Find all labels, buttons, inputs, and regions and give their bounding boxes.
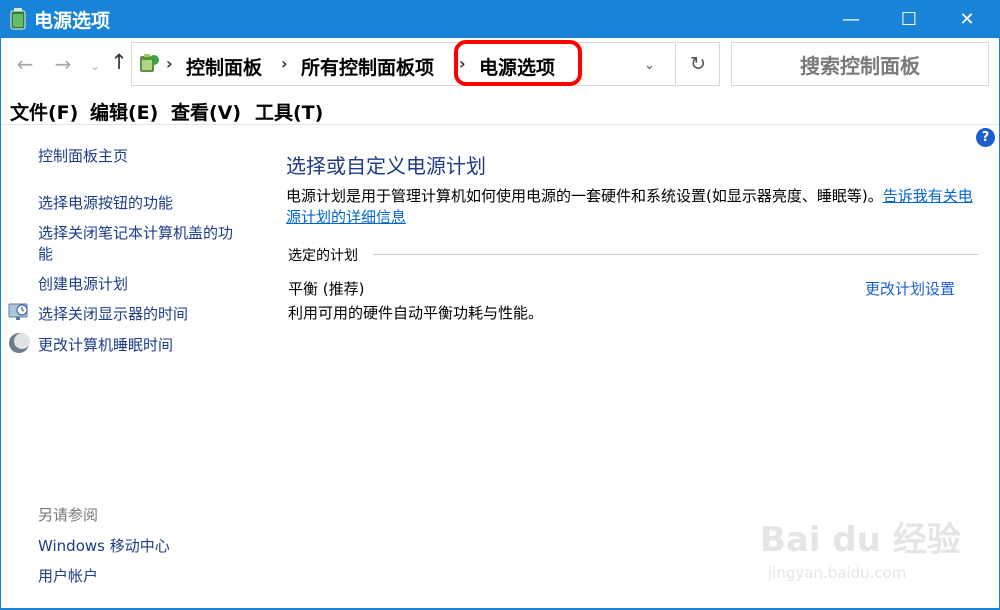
sidebar-item-user-accounts[interactable]: 用户帐户 <box>38 565 98 586</box>
breadcrumb-control-panel[interactable]: 控制面板 <box>186 53 262 80</box>
change-plan-settings-link[interactable]: 更改计划设置 <box>865 278 955 299</box>
refresh-icon: ↻ <box>690 53 706 75</box>
menu-edit[interactable]: 编辑(E) <box>90 98 158 125</box>
description-text: 电源计划是用于管理计算机如何使用电源的一套硬件和系统设置(如显示器亮度、睡眠等)… <box>286 187 883 205</box>
minimize-button[interactable]: — <box>822 0 880 38</box>
back-button[interactable]: ← <box>14 52 36 76</box>
close-button[interactable]: ✕ <box>938 0 996 38</box>
learn-more-link-cont[interactable]: 源计划的详细信息 <box>286 208 406 226</box>
moon-icon <box>9 333 30 353</box>
selected-plan-heading: 选定的计划 <box>288 248 358 264</box>
maximize-icon: ☐ <box>900 8 918 30</box>
sidebar-item-power-buttons[interactable]: 选择电源按钮的功能 <box>38 192 173 213</box>
menu-file[interactable]: 文件(F) <box>10 98 78 125</box>
battery-icon <box>10 8 26 30</box>
sidebar-item-display-off[interactable]: 选择关闭显示器的时间 <box>38 303 188 324</box>
watermark: Bai du 经验 jingyan.baidu.com <box>760 512 961 590</box>
page-title: 选择或自定义电源计划 <box>286 154 486 178</box>
learn-more-link[interactable]: 告诉我有关电 <box>883 187 973 205</box>
sidebar-item-create-plan[interactable]: 创建电源计划 <box>38 273 128 294</box>
breadcrumb-separator: › <box>166 54 173 73</box>
sidebar-item-lid-close[interactable]: 选择关闭笔记本计算机盖的功 <box>38 222 233 243</box>
page-description: 电源计划是用于管理计算机如何使用电源的一套硬件和系统设置(如显示器亮度、睡眠等)… <box>286 186 986 228</box>
menu-bar: 文件(F) 编辑(E) 查看(V) 工具(T) <box>0 94 1000 125</box>
recent-locations-chevron-icon[interactable]: ⌄ <box>84 60 106 73</box>
address-bar[interactable]: › 控制面板 › 所有控制面板项 › 电源选项 <box>131 42 676 86</box>
sidebar-item-control-panel-home[interactable]: 控制面板主页 <box>38 145 128 166</box>
help-icon[interactable]: ? <box>976 128 995 147</box>
minimize-icon: — <box>842 8 860 30</box>
see-also-heading: 另请参阅 <box>38 506 99 524</box>
sidebar-item-lid-close-cont[interactable]: 能 <box>38 243 53 264</box>
sidebar-item-mobility-center[interactable]: Windows 移动中心 <box>38 535 170 556</box>
breadcrumb-all-items[interactable]: 所有控制面板项 <box>301 53 434 80</box>
sidebar-item-sleep-time[interactable]: 更改计算机睡眠时间 <box>38 334 173 355</box>
plan-description: 利用可用的硬件自动平衡功耗与性能。 <box>288 304 544 322</box>
up-button[interactable]: ↑ <box>108 50 130 74</box>
address-dropdown-chevron-icon[interactable]: ⌄ <box>644 58 655 73</box>
breadcrumb-separator: › <box>281 54 288 73</box>
highlight-annotation <box>454 40 582 86</box>
search-input[interactable]: 搜索控制面板 <box>731 42 989 86</box>
title-bar: 电源选项 — ☐ ✕ <box>0 0 1000 38</box>
menu-tools[interactable]: 工具(T) <box>255 98 323 125</box>
refresh-button[interactable]: ↻ <box>677 42 720 86</box>
plan-name: 平衡 (推荐) <box>288 280 365 298</box>
control-panel-icon <box>140 54 159 72</box>
forward-button[interactable]: → <box>52 52 74 76</box>
watermark-logo-text: Bai du 经验 <box>760 520 961 560</box>
watermark-url: jingyan.baidu.com <box>768 564 907 582</box>
monitor-clock-icon <box>8 303 28 320</box>
divider <box>373 254 978 255</box>
maximize-button[interactable]: ☐ <box>880 0 938 38</box>
close-icon: ✕ <box>959 8 975 30</box>
window-frame-left <box>0 38 1 610</box>
menu-view[interactable]: 查看(V) <box>171 98 241 125</box>
window-title: 电源选项 <box>34 10 111 32</box>
